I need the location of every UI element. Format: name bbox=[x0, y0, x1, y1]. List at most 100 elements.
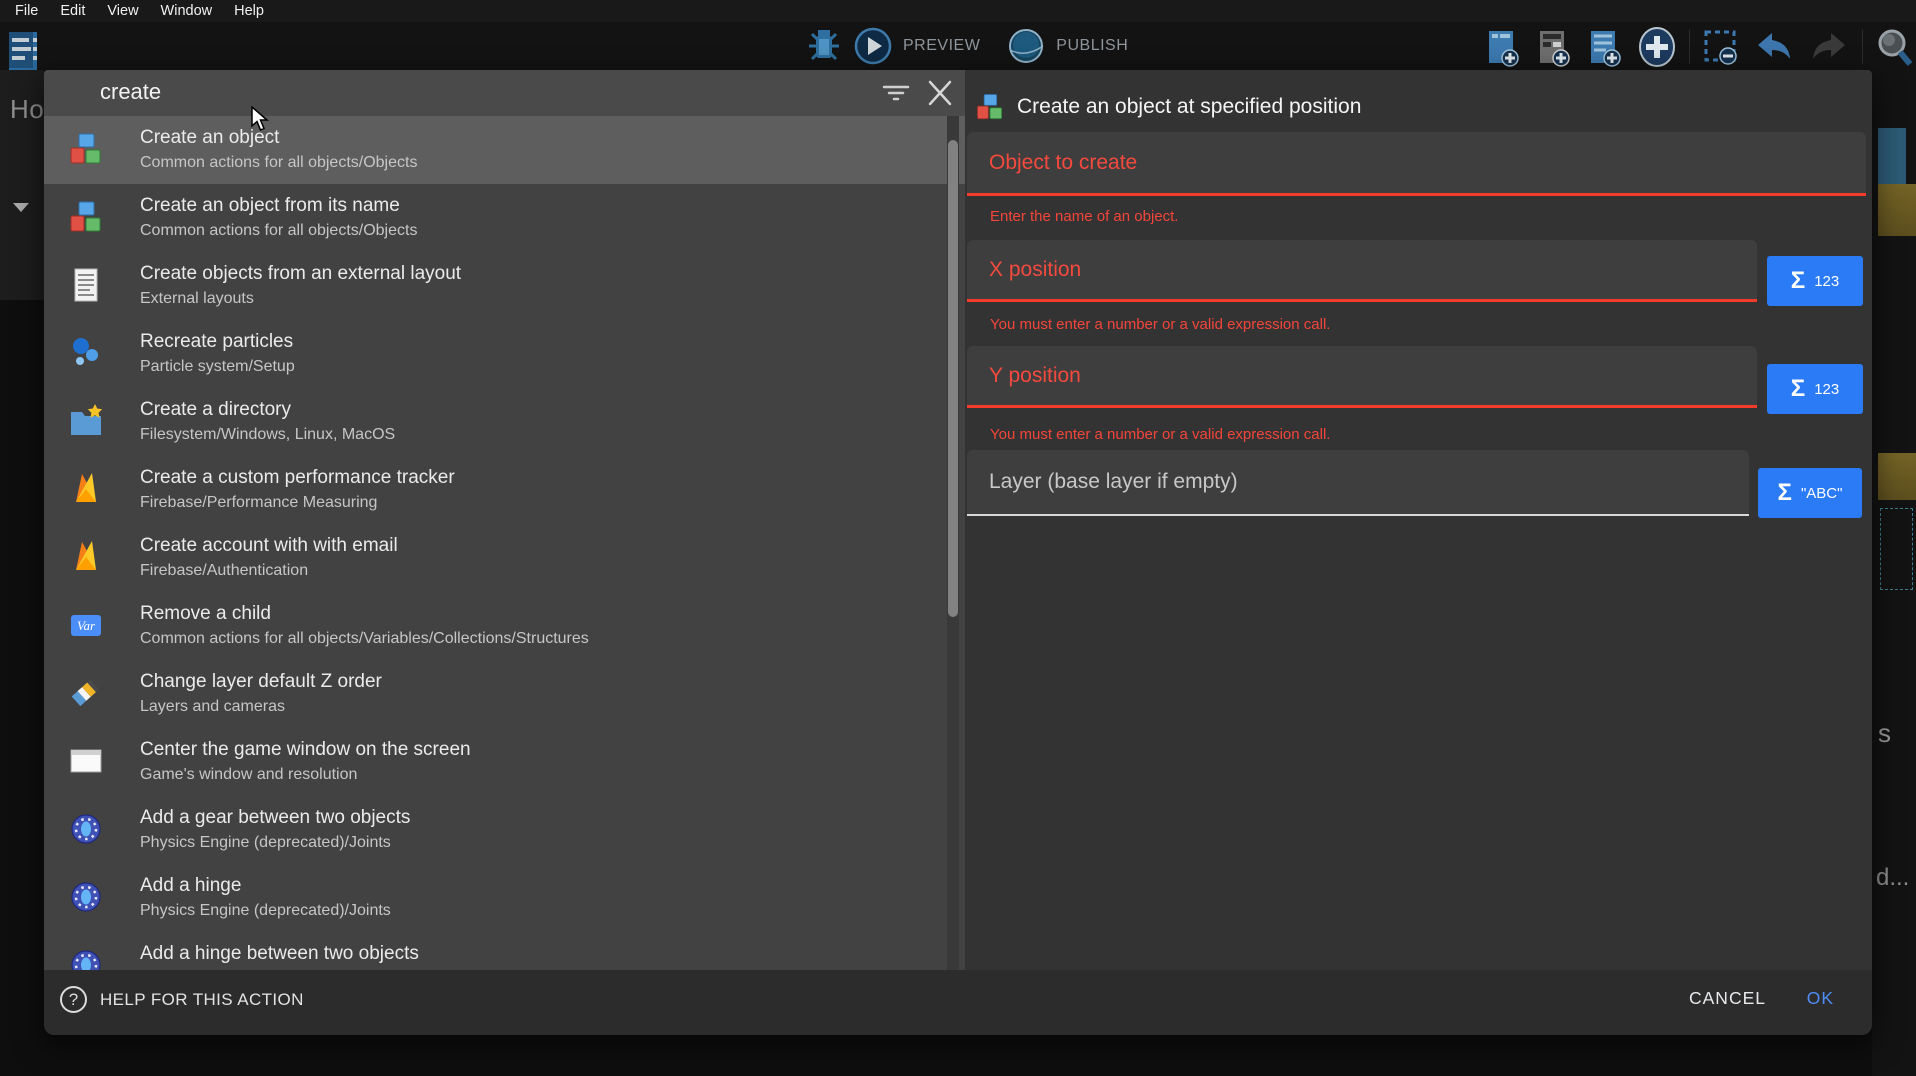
action-group: Common actions for all objects/Objects bbox=[140, 219, 417, 242]
action-search-panel: create Create an object Common actions f… bbox=[44, 70, 965, 970]
action-list-item[interactable]: Create a custom performance tracker Fire… bbox=[44, 456, 965, 524]
physics-joint-icon bbox=[68, 947, 104, 970]
toolbar-divider bbox=[1689, 30, 1690, 64]
y-position-field[interactable]: Y position bbox=[967, 346, 1757, 408]
physics-joint-icon bbox=[68, 879, 104, 915]
action-group: Filesystem/Windows, Linux, MacOS bbox=[140, 423, 395, 446]
action-list-item[interactable]: Remove a child Common actions for all ob… bbox=[44, 592, 965, 660]
menu-file[interactable]: File bbox=[4, 3, 49, 19]
action-list-item[interactable]: Create objects from an external layout E… bbox=[44, 252, 965, 320]
menu-window[interactable]: Window bbox=[150, 3, 224, 19]
action-list-item[interactable]: Create a directory Filesystem/Windows, L… bbox=[44, 388, 965, 456]
x-expression-editor-button[interactable]: Σ 123 bbox=[1767, 256, 1863, 306]
action-list-item[interactable]: Create an object from its name Common ac… bbox=[44, 184, 965, 252]
menu-view[interactable]: View bbox=[96, 3, 149, 19]
action-title: Create a directory bbox=[140, 396, 395, 423]
action-title: Change layer default Z order bbox=[140, 668, 382, 695]
action-title: Center the game window on the screen bbox=[140, 736, 471, 763]
firebase-flame-icon bbox=[68, 539, 104, 575]
cancel-button[interactable]: CANCEL bbox=[1689, 988, 1766, 1009]
background-object-fragment-2 bbox=[1878, 453, 1916, 500]
action-title: Add a hinge between two objects bbox=[140, 940, 419, 967]
layout-document-icon bbox=[68, 267, 104, 303]
background-text-fragment-s: s bbox=[1878, 718, 1891, 749]
layer-field[interactable]: Layer (base layer if empty) bbox=[967, 450, 1749, 516]
app-window: File Edit View Window Help PREVIEW bbox=[0, 0, 1916, 1076]
add-circle-icon[interactable] bbox=[1636, 26, 1678, 68]
sigma-icon: Σ bbox=[1778, 481, 1792, 505]
menu-edit[interactable]: Edit bbox=[49, 3, 96, 19]
action-title: Create an object from its name bbox=[140, 192, 417, 219]
preview-label[interactable]: PREVIEW bbox=[903, 37, 980, 55]
action-parameters-panel: Create an object at specified position O… bbox=[965, 70, 1872, 970]
action-list-item[interactable]: Center the game window on the screen Gam… bbox=[44, 728, 965, 796]
add-external-layout-icon[interactable] bbox=[1585, 27, 1625, 67]
action-title: Create a custom performance tracker bbox=[140, 464, 455, 491]
sigma-icon: Σ bbox=[1791, 377, 1805, 401]
toolbar: PREVIEW PUBLISH bbox=[0, 22, 1916, 70]
menu-help[interactable]: Help bbox=[223, 3, 275, 19]
dropdown-arrow-icon[interactable] bbox=[13, 203, 29, 212]
home-tab-fragment: Ho bbox=[10, 94, 44, 125]
project-manager-icon[interactable] bbox=[7, 30, 41, 74]
add-scene-icon[interactable] bbox=[1483, 27, 1523, 67]
preview-play-icon[interactable] bbox=[853, 26, 893, 66]
background-scrollbar-fragment bbox=[1878, 128, 1906, 184]
dialog-footer: ? HELP FOR THIS ACTION CANCEL OK bbox=[44, 970, 1872, 1035]
filter-icon[interactable] bbox=[880, 78, 912, 108]
help-button[interactable]: ? HELP FOR THIS ACTION bbox=[60, 986, 304, 1013]
firebase-flame-icon bbox=[68, 471, 104, 507]
action-title: Remove a child bbox=[140, 600, 589, 627]
action-list-item[interactable]: Create account with with email Firebase/… bbox=[44, 524, 965, 592]
menu-bar: File Edit View Window Help bbox=[0, 0, 1916, 22]
action-list-item[interactable]: Add a gear between two objects Physics E… bbox=[44, 796, 965, 864]
action-chooser-dialog: create Create an object Common actions f… bbox=[44, 70, 1872, 1035]
x-error-text: You must enter a number or a valid expre… bbox=[990, 316, 1330, 333]
ok-button[interactable]: OK bbox=[1807, 988, 1834, 1009]
layer-label: Layer (base layer if empty) bbox=[989, 470, 1238, 494]
action-group: Layers and cameras bbox=[140, 695, 382, 718]
action-group: External layouts bbox=[140, 287, 461, 310]
physics-joint-icon bbox=[68, 811, 104, 847]
y-position-label: Y position bbox=[989, 364, 1081, 388]
undo-icon[interactable] bbox=[1752, 27, 1796, 67]
action-group: Firebase/Authentication bbox=[140, 559, 398, 582]
object-to-create-field[interactable]: Object to create bbox=[967, 132, 1866, 196]
action-list: Create an object Common actions for all … bbox=[44, 116, 965, 970]
action-list-item[interactable]: Add a hinge Physics Engine (deprecated)/… bbox=[44, 864, 965, 932]
redo-icon[interactable] bbox=[1807, 27, 1851, 67]
y-expression-editor-button[interactable]: Σ 123 bbox=[1767, 364, 1863, 414]
x-position-label: X position bbox=[989, 258, 1081, 282]
action-group: Particle system/Setup bbox=[140, 355, 295, 378]
action-group: Game's window and resolution bbox=[140, 763, 471, 786]
action-group: Physics Engine (deprecated)/Joints bbox=[140, 899, 391, 922]
action-list-item[interactable]: Create an object Common actions for all … bbox=[44, 116, 965, 184]
cubes-icon bbox=[68, 199, 104, 235]
action-group: Common actions for all objects/Objects bbox=[140, 151, 417, 174]
folder-star-icon bbox=[68, 403, 104, 439]
edit-selection-icon[interactable] bbox=[1701, 27, 1741, 67]
action-list-item[interactable]: Recreate particles Particle system/Setup bbox=[44, 320, 965, 388]
search-magnifier-icon[interactable] bbox=[1874, 26, 1914, 68]
layers-eraser-icon bbox=[68, 675, 104, 711]
action-list-item[interactable]: Add a hinge between two objects Physics … bbox=[44, 932, 965, 970]
toolbar-right bbox=[1483, 26, 1914, 68]
search-input[interactable]: create bbox=[100, 79, 161, 105]
add-external-events-icon[interactable] bbox=[1534, 27, 1574, 67]
x-position-field[interactable]: X position bbox=[967, 240, 1757, 302]
close-icon[interactable] bbox=[924, 78, 956, 108]
action-title: Recreate particles bbox=[140, 328, 295, 355]
action-title: Add a hinge bbox=[140, 872, 391, 899]
background-text-fragment-d: d... bbox=[1876, 864, 1909, 892]
list-scrollbar bbox=[947, 116, 959, 970]
publish-globe-icon[interactable] bbox=[1006, 26, 1046, 66]
list-scrollbar-thumb[interactable] bbox=[948, 140, 958, 617]
cubes-icon bbox=[975, 92, 1005, 122]
action-list-item[interactable]: Change layer default Z order Layers and … bbox=[44, 660, 965, 728]
search-bar: create bbox=[44, 70, 965, 116]
game-window-icon bbox=[68, 743, 104, 779]
publish-label[interactable]: PUBLISH bbox=[1056, 37, 1128, 55]
layer-expression-editor-button[interactable]: Σ "ABC" bbox=[1758, 468, 1862, 518]
background-selection-fragment bbox=[1880, 508, 1913, 590]
debug-icon[interactable] bbox=[805, 26, 843, 66]
